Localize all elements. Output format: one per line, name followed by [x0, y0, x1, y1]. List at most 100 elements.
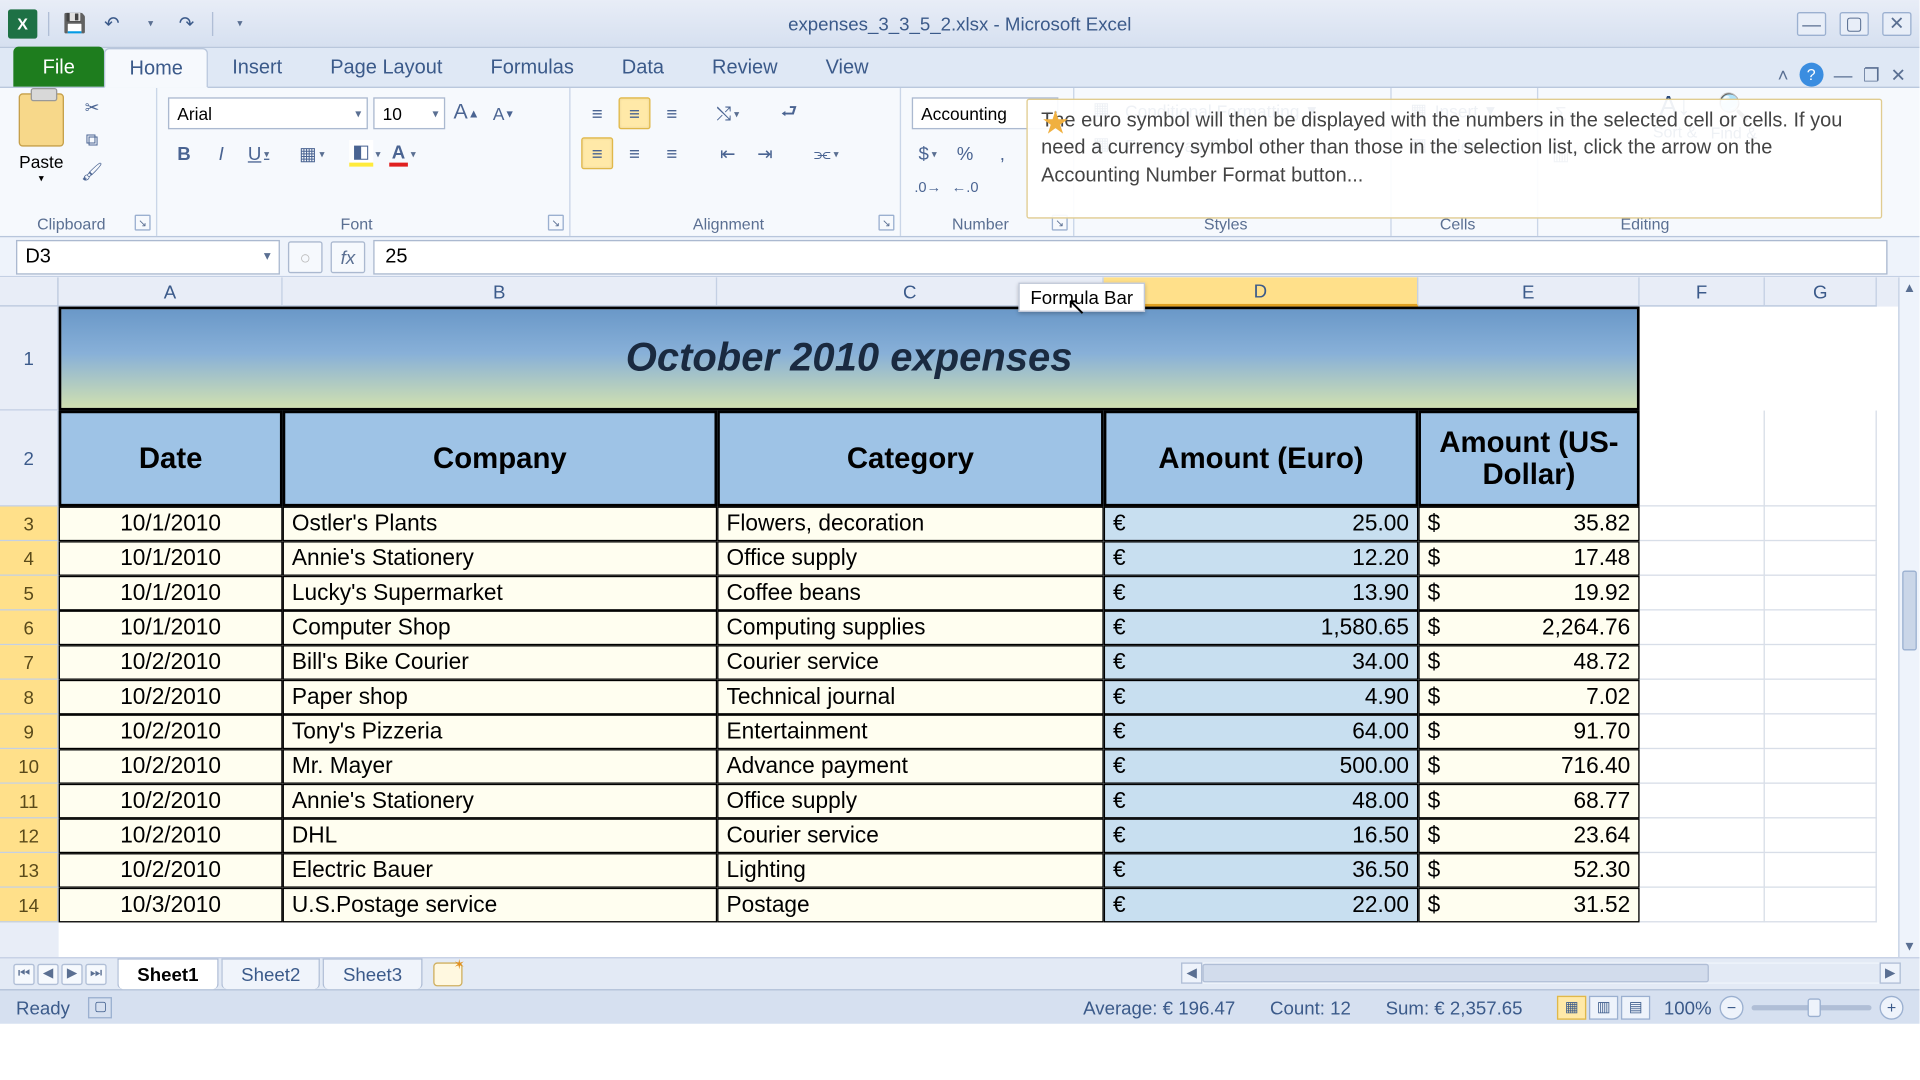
increase-indent-icon[interactable]: ⇥ [749, 137, 781, 169]
bold-icon[interactable]: B [168, 137, 200, 169]
cell-company[interactable]: Paper shop [283, 680, 718, 715]
col-header-E[interactable]: E [1418, 277, 1639, 306]
view-normal-icon[interactable]: ▦ [1557, 995, 1586, 1019]
cell-amount-usd[interactable]: $2,264.76 [1418, 611, 1639, 646]
col-header-A[interactable]: A [59, 277, 283, 306]
number-format-combo[interactable]: Accounting▾ [912, 97, 1059, 129]
cell-date[interactable]: 10/2/2010 [59, 714, 283, 749]
copy-icon[interactable]: ⧉ [77, 125, 106, 154]
tab-page-layout[interactable]: Page Layout [306, 47, 466, 87]
doc-restore-icon[interactable]: ❐ [1863, 63, 1880, 86]
row-header[interactable]: 13 [0, 853, 59, 888]
cell-date[interactable]: 10/2/2010 [59, 645, 283, 680]
table-row[interactable]: 10/2/2010Tony's PizzeriaEntertainment€64… [59, 714, 1899, 749]
row-header[interactable]: 8 [0, 680, 59, 715]
delete-cells-button[interactable]: ▦ Delete ▾ [1402, 128, 1526, 163]
macro-record-icon[interactable]: ▢ [89, 996, 113, 1017]
zoom-control[interactable]: 100% − + [1664, 995, 1904, 1019]
font-color-icon[interactable]: A [387, 137, 419, 169]
cell-date[interactable]: 10/2/2010 [59, 784, 283, 819]
increase-decimal-icon[interactable]: .0→ [912, 172, 944, 204]
cell-category[interactable]: Courier service [717, 645, 1104, 680]
column-headers[interactable]: A B C D E F G [59, 277, 1899, 306]
new-sheet-button[interactable] [433, 962, 462, 986]
cell-amount-usd[interactable]: $68.77 [1418, 784, 1639, 819]
name-box[interactable]: D3▾ [16, 239, 280, 274]
close-button[interactable]: ✕ [1882, 11, 1911, 35]
insert-cells-button[interactable]: ▦ Insert ▾ [1402, 93, 1526, 128]
fill-color-icon[interactable]: ◧ [349, 137, 381, 169]
formula-input[interactable]: 25 [373, 239, 1887, 274]
conditional-formatting-button[interactable]: ▦Conditional Formatting ▾ [1085, 93, 1380, 128]
cell-company[interactable]: Lucky's Supermarket [283, 576, 718, 611]
cell-company[interactable]: Mr. Mayer [283, 749, 718, 784]
row-header[interactable]: 12 [0, 818, 59, 853]
decrease-decimal-icon[interactable]: ←.0 [949, 172, 981, 204]
row-header[interactable]: 5 [0, 576, 59, 611]
table-row[interactable]: 10/1/2010Lucky's SupermarketCoffee beans… [59, 576, 1899, 611]
row-header[interactable]: 6 [0, 611, 59, 646]
cell-amount-usd[interactable]: $52.30 [1418, 853, 1639, 888]
alignment-launcher[interactable]: ↘ [878, 215, 894, 231]
tab-data[interactable]: Data [598, 47, 688, 87]
view-page-break-icon[interactable]: ▤ [1621, 995, 1650, 1019]
borders-icon[interactable]: ▦ [296, 137, 328, 169]
format-painter-icon[interactable]: 🖌 [77, 157, 106, 186]
cell-category[interactable]: Coffee beans [717, 576, 1104, 611]
cancel-formula-icon[interactable]: ○ [288, 241, 323, 273]
minimize-button[interactable]: — [1797, 11, 1826, 35]
row-header[interactable]: 7 [0, 645, 59, 680]
table-row[interactable]: 10/2/2010Annie's StationeryOffice supply… [59, 784, 1899, 819]
doc-close-icon[interactable]: ✕ [1891, 63, 1907, 86]
autosum-icon[interactable]: Σ [1549, 97, 1581, 129]
cell-amount-usd[interactable]: $17.48 [1418, 541, 1639, 576]
cell-company[interactable]: Computer Shop [283, 611, 718, 646]
cell-date[interactable]: 10/2/2010 [59, 749, 283, 784]
row-header[interactable]: 14 [0, 888, 59, 923]
number-launcher[interactable]: ↘ [1052, 215, 1068, 231]
row-header-2[interactable]: 2 [0, 411, 59, 507]
vertical-scrollbar[interactable]: ▲▼ [1898, 277, 1919, 957]
cell-amount-euro[interactable]: €16.50 [1104, 818, 1419, 853]
cell-date[interactable]: 10/1/2010 [59, 611, 283, 646]
zoom-slider[interactable] [1752, 1004, 1872, 1009]
align-bottom-icon[interactable]: ≡ [656, 97, 688, 129]
align-top-icon[interactable]: ≡ [581, 97, 613, 129]
cell-amount-euro[interactable]: €36.50 [1104, 853, 1419, 888]
cell-amount-euro[interactable]: €13.90 [1104, 576, 1419, 611]
paste-button[interactable]: Paste ▾ [11, 93, 72, 186]
row-header[interactable]: 3 [0, 507, 59, 542]
cell-date[interactable]: 10/2/2010 [59, 853, 283, 888]
cell-date[interactable]: 10/2/2010 [59, 818, 283, 853]
accounting-format-icon[interactable]: $ [912, 137, 944, 169]
decrease-font-icon[interactable]: A▼ [488, 97, 520, 129]
zoom-level[interactable]: 100% [1664, 996, 1712, 1017]
redo-icon[interactable]: ↷ [172, 9, 201, 38]
cell-amount-euro[interactable]: €500.00 [1104, 749, 1419, 784]
view-page-layout-icon[interactable]: ▥ [1589, 995, 1618, 1019]
cell-category[interactable]: Courier service [717, 818, 1104, 853]
cell-amount-usd[interactable]: $19.92 [1418, 576, 1639, 611]
col-header-F[interactable]: F [1640, 277, 1765, 306]
table-row[interactable]: 10/2/2010Paper shopTechnical journal€4.9… [59, 680, 1899, 715]
cell-amount-euro[interactable]: €34.00 [1104, 645, 1419, 680]
tab-insert[interactable]: Insert [208, 47, 306, 87]
font-name-combo[interactable]: Arial▾ [168, 97, 368, 129]
font-launcher[interactable]: ↘ [548, 215, 564, 231]
col-header-G[interactable]: G [1765, 277, 1877, 306]
sort-filter-button[interactable]: A↓Sort & [1653, 91, 1697, 140]
align-middle-icon[interactable]: ≡ [619, 97, 651, 129]
sheet-nav-first-icon[interactable]: ⏮ [13, 963, 34, 984]
cell-amount-euro[interactable]: €12.20 [1104, 541, 1419, 576]
align-right-icon[interactable]: ≡ [656, 137, 688, 169]
row-header-1[interactable]: 1 [0, 307, 59, 411]
header-date[interactable]: Date [59, 411, 283, 507]
table-row[interactable]: 10/2/2010Bill's Bike CourierCourier serv… [59, 645, 1899, 680]
fill-icon[interactable]: ▥ [1549, 137, 1581, 169]
align-center-icon[interactable]: ≡ [619, 137, 651, 169]
header-amount-usd[interactable]: Amount (US-Dollar) [1418, 411, 1639, 507]
row-header[interactable]: 11 [0, 784, 59, 819]
cell-date[interactable]: 10/1/2010 [59, 576, 283, 611]
undo-icon[interactable]: ↶ [97, 9, 126, 38]
header-amount-euro[interactable]: Amount (Euro) [1104, 411, 1419, 507]
